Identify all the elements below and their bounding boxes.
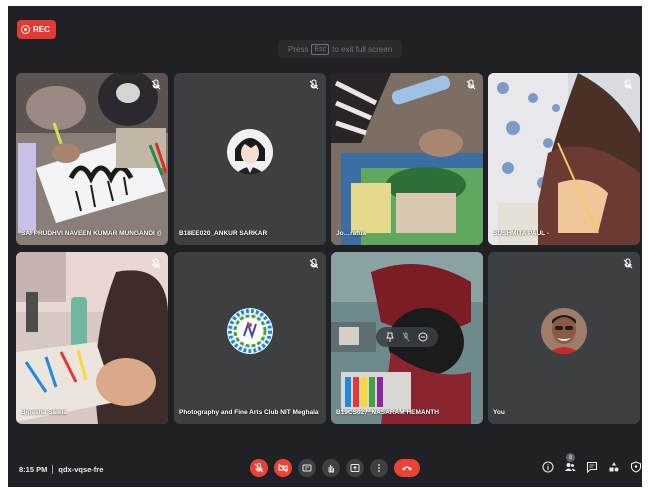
divider bbox=[52, 465, 54, 474]
people-button[interactable]: 8 bbox=[563, 453, 577, 474]
bottom-bar: 8:15 PM qdx-vqse-fre 8 bbox=[8, 452, 642, 487]
host-controls-icon bbox=[630, 461, 642, 473]
participant-tile[interactable]: B18EE020_ANKUR SARKAR bbox=[174, 73, 326, 245]
avatar bbox=[227, 129, 273, 175]
current-time: 8:15 PM bbox=[19, 465, 48, 474]
end-call-button[interactable] bbox=[394, 459, 420, 477]
mute-participant-icon[interactable] bbox=[402, 332, 410, 342]
participant-tile[interactable]: SAI PRUDHVI NAVEEN KUMAR MUNGANDI @ bbox=[16, 73, 168, 245]
esc-key: Esc bbox=[311, 43, 330, 55]
participant-name: B19CS027_NASARAM HEMANTH bbox=[336, 409, 439, 416]
participant-video bbox=[16, 73, 168, 245]
mic-off-icon bbox=[623, 258, 633, 269]
participant-video bbox=[488, 73, 640, 245]
club-logo bbox=[227, 308, 273, 354]
participant-tile-self[interactable]: You bbox=[488, 252, 640, 424]
participant-video bbox=[16, 252, 168, 424]
participant-tile[interactable]: Jo…ratua bbox=[331, 73, 483, 245]
participant-video bbox=[331, 73, 483, 245]
fullscreen-hint-suffix: to exit full screen bbox=[332, 44, 393, 54]
mic-off-icon bbox=[309, 258, 319, 269]
participant-name: SAI PRUDHVI NAVEEN KUMAR MUNGANDI @ bbox=[21, 230, 161, 237]
raise-hand-icon bbox=[328, 465, 334, 473]
pin-icon[interactable] bbox=[386, 332, 394, 342]
participant-name: Jo…ratua bbox=[336, 230, 366, 237]
people-count-badge: 8 bbox=[566, 453, 575, 462]
participant-tile[interactable]: Photography and Fine Arts Club NIT Megha… bbox=[174, 252, 326, 424]
remove-icon[interactable] bbox=[418, 332, 428, 342]
meeting-window: REC Press Esc to exit full screen SAI PR… bbox=[8, 6, 642, 487]
activities-button[interactable] bbox=[607, 460, 621, 474]
fullscreen-hint: Press Esc to exit full screen bbox=[278, 40, 403, 58]
activities-icon bbox=[609, 462, 619, 472]
chat-icon bbox=[586, 461, 598, 473]
more-options-icon bbox=[378, 464, 380, 472]
present-button[interactable] bbox=[346, 459, 364, 477]
toggle-camera-button[interactable] bbox=[274, 459, 292, 477]
info-icon bbox=[542, 461, 554, 473]
side-panel-controls: 8 bbox=[541, 453, 642, 474]
tile-hover-controls bbox=[376, 327, 438, 347]
meeting-details-button[interactable] bbox=[541, 460, 555, 474]
toggle-mic-button[interactable] bbox=[250, 459, 268, 477]
recording-label: REC bbox=[33, 25, 50, 34]
mic-off-icon bbox=[151, 258, 161, 269]
participant-name: SUSHMITA PAUL - bbox=[493, 230, 550, 237]
camera-off-icon bbox=[278, 463, 288, 473]
fullscreen-hint-prefix: Press bbox=[288, 44, 309, 54]
more-options-button[interactable] bbox=[370, 459, 388, 477]
participant-tile[interactable]: SUSHMITA PAUL - bbox=[488, 73, 640, 245]
meeting-info: 8:15 PM qdx-vqse-fre bbox=[19, 465, 103, 474]
call-controls bbox=[250, 459, 420, 477]
raise-hand-button[interactable] bbox=[322, 459, 340, 477]
participant-name: Bipasha Saikia bbox=[21, 409, 67, 416]
recording-badge: REC bbox=[17, 20, 56, 39]
end-call-icon bbox=[402, 466, 412, 471]
meeting-code: qdx-vqse-fre bbox=[58, 465, 104, 474]
captions-icon bbox=[302, 464, 312, 472]
avatar bbox=[541, 308, 587, 354]
record-icon bbox=[21, 25, 30, 34]
participant-name: B18EE020_ANKUR SARKAR bbox=[179, 230, 268, 237]
mic-off-icon bbox=[623, 79, 633, 90]
participant-name: Photography and Fine Arts Club NIT Megha… bbox=[179, 409, 319, 416]
mic-off-icon bbox=[254, 463, 264, 473]
mic-off-icon bbox=[309, 79, 319, 90]
host-controls-button[interactable] bbox=[629, 460, 642, 474]
participant-name: You bbox=[493, 409, 505, 416]
participant-tile[interactable]: B19CS027_NASARAM HEMANTH bbox=[331, 252, 483, 424]
chat-button[interactable] bbox=[585, 460, 599, 474]
mic-off-icon bbox=[151, 79, 161, 90]
mic-off-icon bbox=[466, 79, 476, 90]
participant-tile[interactable]: Bipasha Saikia bbox=[16, 252, 168, 424]
captions-button[interactable] bbox=[298, 459, 316, 477]
present-icon bbox=[350, 464, 360, 472]
people-icon bbox=[565, 463, 576, 471]
